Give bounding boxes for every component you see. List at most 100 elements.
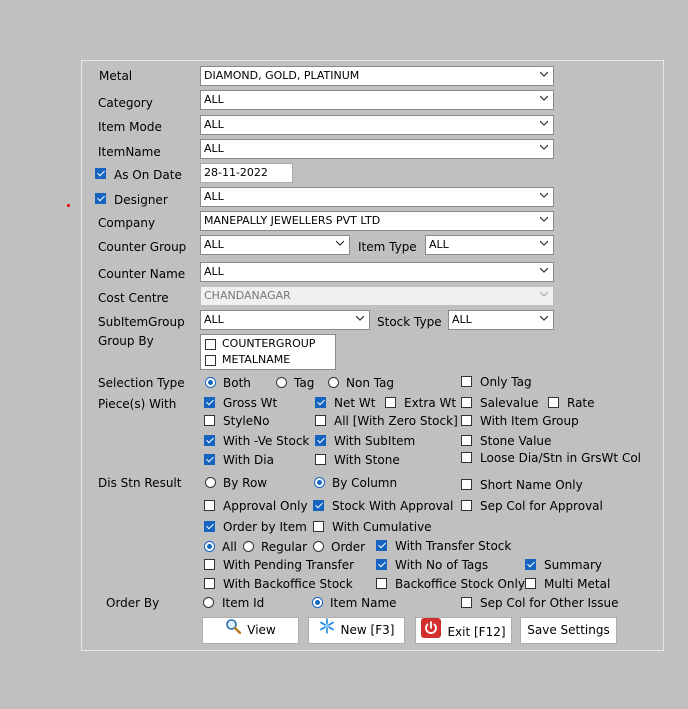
- item-type-value: ALL: [429, 238, 449, 251]
- counter-group-label: Counter Group: [98, 240, 187, 254]
- backoffice-stock-only-checkbox[interactable]: [376, 578, 387, 589]
- stock-with-approval-checkbox[interactable]: [313, 500, 324, 511]
- rate-checkbox[interactable]: [548, 397, 559, 408]
- rate-label: Rate: [567, 396, 595, 410]
- selection-tag-label: Tag: [294, 376, 315, 390]
- gross-wt-checkbox[interactable]: [204, 397, 215, 408]
- stone-value-label: Stone Value: [480, 434, 552, 448]
- salevalue-checkbox[interactable]: [461, 397, 472, 408]
- sub-item-group-select[interactable]: ALL: [200, 310, 370, 330]
- extra-wt-checkbox[interactable]: [385, 397, 396, 408]
- stock-type-select[interactable]: ALL: [448, 310, 554, 330]
- with-pending-transfer-label: With Pending Transfer: [223, 558, 355, 572]
- company-label: Company: [98, 216, 156, 230]
- selection-tag-radio[interactable]: [276, 377, 287, 388]
- sep-col-other-issue-label: Sep Col for Other Issue: [480, 596, 619, 610]
- with-ve-stock-label: With -Ve Stock: [223, 434, 310, 448]
- chevron-down-icon: [540, 191, 548, 199]
- style-no-checkbox[interactable]: [204, 415, 215, 426]
- item-type-select[interactable]: ALL: [425, 235, 554, 255]
- designer-value: ALL: [204, 190, 224, 203]
- group-by-metalname-checkbox[interactable]: [205, 355, 216, 366]
- with-backoffice-stock-checkbox[interactable]: [204, 578, 215, 589]
- group-by-label: Group By: [98, 334, 154, 348]
- by-row-radio[interactable]: [205, 477, 216, 488]
- cost-centre-label: Cost Centre: [98, 291, 169, 305]
- with-stone-label: With Stone: [334, 453, 400, 467]
- item-mode-select[interactable]: ALL: [200, 115, 554, 135]
- backoffice-stock-only-label: Backoffice Stock Only: [395, 577, 525, 591]
- by-column-radio[interactable]: [314, 477, 325, 488]
- all-zero-stock-checkbox[interactable]: [315, 415, 326, 426]
- counter-name-select[interactable]: ALL: [200, 262, 554, 282]
- cost-centre-value: CHANDANAGAR: [204, 289, 291, 302]
- order-by-item-id-radio[interactable]: [203, 597, 214, 608]
- sub-item-group-label: SubItemGroup: [98, 315, 185, 329]
- save-settings-button[interactable]: Save Settings: [520, 617, 617, 644]
- with-transfer-stock-checkbox[interactable]: [376, 540, 387, 551]
- sep-col-approval-label: Sep Col for Approval: [480, 499, 603, 513]
- red-marker: [67, 204, 70, 207]
- with-cumulative-label: With Cumulative: [332, 520, 432, 534]
- short-name-only-checkbox[interactable]: [461, 479, 472, 490]
- loose-dia-label: Loose Dia/Stn in GrsWt Col: [480, 451, 641, 465]
- as-on-date-checkbox[interactable]: [95, 168, 106, 179]
- item-name-select[interactable]: ALL: [200, 139, 554, 159]
- item-name-value: ALL: [204, 142, 224, 155]
- mode-order-label: Order: [331, 540, 366, 554]
- chevron-down-icon: [540, 266, 548, 274]
- designer-select[interactable]: ALL: [200, 187, 554, 207]
- metal-select[interactable]: DIAMOND, GOLD, PLATINUM: [200, 66, 554, 86]
- exit-button[interactable]: Exit [F12]: [415, 617, 512, 644]
- selection-non-tag-radio[interactable]: [328, 377, 339, 388]
- view-button[interactable]: View: [202, 617, 299, 644]
- with-ve-stock-checkbox[interactable]: [204, 435, 215, 446]
- with-pending-transfer-checkbox[interactable]: [204, 559, 215, 570]
- snowflake-icon: [319, 618, 335, 643]
- mode-order-radio[interactable]: [313, 541, 324, 552]
- category-label: Category: [98, 96, 153, 110]
- with-dia-checkbox[interactable]: [204, 454, 215, 465]
- approval-only-checkbox[interactable]: [204, 500, 215, 511]
- counter-group-value: ALL: [204, 238, 224, 251]
- with-transfer-stock-label: With Transfer Stock: [395, 539, 512, 553]
- mode-regular-radio[interactable]: [243, 541, 254, 552]
- item-name-label: ItemName: [98, 145, 161, 159]
- with-item-group-checkbox[interactable]: [461, 415, 472, 426]
- with-subitem-checkbox[interactable]: [315, 435, 326, 446]
- company-select[interactable]: MANEPALLY JEWELLERS PVT LTD: [200, 211, 554, 231]
- order-by-item-name-radio[interactable]: [312, 597, 323, 608]
- multi-metal-checkbox[interactable]: [525, 578, 536, 589]
- category-value: ALL: [204, 93, 224, 106]
- with-stone-checkbox[interactable]: [315, 454, 326, 465]
- multi-metal-label: Multi Metal: [544, 577, 611, 591]
- sep-col-approval-checkbox[interactable]: [461, 500, 472, 511]
- group-by-list[interactable]: COUNTERGROUP METALNAME: [200, 334, 336, 370]
- stone-value-checkbox[interactable]: [461, 435, 472, 446]
- mode-all-radio[interactable]: [204, 541, 215, 552]
- sep-col-other-issue-checkbox[interactable]: [461, 597, 472, 608]
- new-button[interactable]: New [F3]: [308, 617, 405, 644]
- with-dia-label: With Dia: [223, 453, 274, 467]
- only-tag-checkbox[interactable]: [461, 376, 472, 387]
- category-select[interactable]: ALL: [200, 90, 554, 110]
- item-mode-label: Item Mode: [98, 120, 162, 134]
- as-on-date-field[interactable]: 28-11-2022: [200, 163, 293, 183]
- mode-all-label: All: [222, 540, 237, 554]
- with-no-of-tags-checkbox[interactable]: [376, 559, 387, 570]
- with-cumulative-checkbox[interactable]: [313, 521, 324, 532]
- loose-dia-checkbox[interactable]: [461, 452, 472, 463]
- counter-group-select[interactable]: ALL: [200, 235, 350, 255]
- company-value: MANEPALLY JEWELLERS PVT LTD: [204, 214, 381, 227]
- sub-item-group-value: ALL: [204, 313, 224, 326]
- with-subitem-label: With SubItem: [334, 434, 416, 448]
- designer-checkbox[interactable]: [95, 193, 106, 204]
- order-by-item-checkbox[interactable]: [204, 521, 215, 532]
- group-by-countergroup-checkbox[interactable]: [205, 339, 216, 350]
- selection-both-radio[interactable]: [205, 377, 216, 388]
- net-wt-checkbox[interactable]: [315, 397, 326, 408]
- summary-checkbox[interactable]: [525, 559, 536, 570]
- salevalue-label: Salevalue: [480, 396, 539, 410]
- with-backoffice-stock-label: With Backoffice Stock: [223, 577, 353, 591]
- dis-stn-label: Dis Stn Result: [98, 476, 182, 490]
